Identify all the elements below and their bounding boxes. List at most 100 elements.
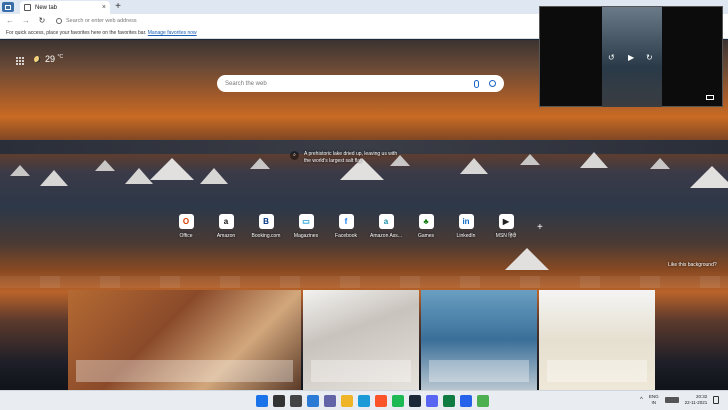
apps-grid-icon[interactable]: [16, 57, 24, 65]
salt-mound: [650, 158, 670, 169]
salt-mound: [460, 158, 488, 174]
salt-mound: [10, 165, 30, 176]
temperature: 29 °C: [45, 54, 64, 64]
like-background-link[interactable]: Like this background?: [668, 262, 717, 268]
search-icon[interactable]: [273, 395, 285, 407]
quick-link[interactable]: f Facebook: [326, 214, 366, 239]
widgets-icon[interactable]: [307, 395, 319, 407]
magazines-icon: ▭: [298, 214, 314, 229]
quick-link[interactable]: in LinkedIn: [446, 214, 486, 239]
address-placeholder: Search or enter web address: [66, 18, 137, 24]
search-icon: [56, 18, 62, 24]
camera-icon: ⌕: [290, 151, 299, 160]
spotify-icon[interactable]: [392, 395, 404, 407]
add-link-button[interactable]: +: [537, 222, 543, 233]
rewind-icon[interactable]: ↺: [608, 53, 615, 62]
quick-link[interactable]: ▭ Magazines: [286, 214, 326, 239]
quick-link[interactable]: a Amazon: [206, 214, 246, 239]
tab-title: New tab: [35, 4, 58, 11]
forward-icon[interactable]: ↻: [646, 53, 653, 62]
excel-icon[interactable]: [443, 395, 455, 407]
salt-mound: [580, 152, 608, 168]
quick-link-label: Magazines: [293, 233, 319, 239]
amazon-icon: a: [218, 214, 234, 229]
manage-favorites-link[interactable]: Manage favorites now: [148, 30, 197, 36]
news-card-text: [76, 360, 293, 382]
quick-link[interactable]: ▶ MSN हिंदी: [486, 214, 526, 239]
chevron-up-icon[interactable]: ^: [640, 397, 643, 403]
picture-in-picture-window[interactable]: ↺ ▶ ↻: [539, 6, 723, 107]
quick-link-label: MSN हिंदी: [495, 233, 517, 239]
discord-icon[interactable]: [426, 395, 438, 407]
news-card[interactable]: [539, 290, 655, 390]
news-card-text: [311, 360, 411, 382]
salt-mound: [690, 166, 728, 188]
msn-icon: ▶: [498, 214, 514, 229]
quick-link[interactable]: a Amazon Ass...: [366, 214, 406, 239]
salt-mound: [250, 158, 270, 169]
edge-icon[interactable]: [358, 395, 370, 407]
news-card[interactable]: [303, 290, 419, 390]
back-button[interactable]: ←: [4, 15, 16, 27]
news-card-text: [547, 360, 647, 382]
news-card-text: [429, 360, 529, 382]
microphone-icon[interactable]: [474, 79, 479, 88]
chat-icon[interactable]: [324, 395, 336, 407]
moon-icon: [34, 55, 41, 63]
tab-new-tab[interactable]: New tab ×: [20, 1, 110, 14]
steam-icon[interactable]: [409, 395, 421, 407]
salt-mound: [125, 168, 153, 184]
refresh-button[interactable]: ↻: [36, 15, 48, 27]
salt-mound: [520, 154, 540, 165]
quick-link[interactable]: ♣ Games: [406, 214, 446, 239]
quick-link-label: Amazon Ass...: [370, 233, 402, 239]
caption-text: A prehistoric lake dried up, leaving us …: [304, 151, 398, 164]
salt-mound: [150, 158, 194, 180]
facebook-icon: f: [338, 214, 354, 229]
close-tab-icon[interactable]: ×: [102, 4, 106, 11]
start-icon[interactable]: [256, 395, 268, 407]
play-icon[interactable]: ▶: [628, 53, 634, 62]
booking-icon: B: [258, 214, 274, 229]
taskbar: ^ ENG IN 20:32 22-11-2021: [0, 390, 728, 410]
feed-nav-strip: [0, 276, 728, 288]
new-tab-button[interactable]: +: [112, 1, 124, 13]
weather-widget[interactable]: 29 °C: [34, 54, 63, 64]
search-placeholder: Search the web: [225, 80, 267, 87]
tab-actions-icon: [5, 4, 11, 10]
image-caption[interactable]: ⌕ A prehistoric lake dried up, leaving u…: [290, 151, 404, 165]
salt-mound: [200, 168, 228, 184]
quick-link[interactable]: O Office: [166, 214, 206, 239]
salt-mound: [95, 160, 115, 171]
quick-link-label: Facebook: [335, 233, 357, 239]
quick-link-label: Games: [417, 233, 435, 239]
web-search-box[interactable]: Search the web: [217, 75, 504, 92]
news-card[interactable]: [421, 290, 537, 390]
brave-icon[interactable]: [375, 395, 387, 407]
notification-icon[interactable]: [713, 396, 720, 404]
linkedin-icon: in: [458, 214, 474, 229]
chrome-icon[interactable]: [477, 395, 489, 407]
office-icon: O: [178, 214, 194, 229]
quick-link-label: Booking.com: [251, 233, 281, 239]
network-volume-battery-icon[interactable]: [664, 397, 679, 403]
games-icon: ♣: [418, 214, 434, 229]
salt-mound: [40, 170, 68, 186]
language-indicator[interactable]: ENG IN: [649, 394, 659, 406]
quick-link-label: Office: [179, 233, 193, 239]
news-card[interactable]: [68, 290, 301, 390]
file-explorer-icon[interactable]: [341, 395, 353, 407]
task-view-icon[interactable]: [290, 395, 302, 407]
quick-link[interactable]: B Booking.com: [246, 214, 286, 239]
exit-pip-icon[interactable]: [706, 95, 714, 100]
salt-mound: [505, 248, 549, 270]
amazon-assistant-icon: a: [378, 214, 394, 229]
store-icon[interactable]: [460, 395, 472, 407]
address-bar[interactable]: Search or enter web address: [56, 16, 536, 26]
clock[interactable]: 20:32 22-11-2021: [685, 394, 708, 406]
forward-button[interactable]: →: [20, 15, 32, 27]
search-icon[interactable]: [489, 80, 496, 87]
tab-actions-button[interactable]: [2, 2, 14, 12]
system-tray: ^ ENG IN 20:32 22-11-2021: [640, 394, 720, 406]
page-icon: [24, 4, 31, 11]
